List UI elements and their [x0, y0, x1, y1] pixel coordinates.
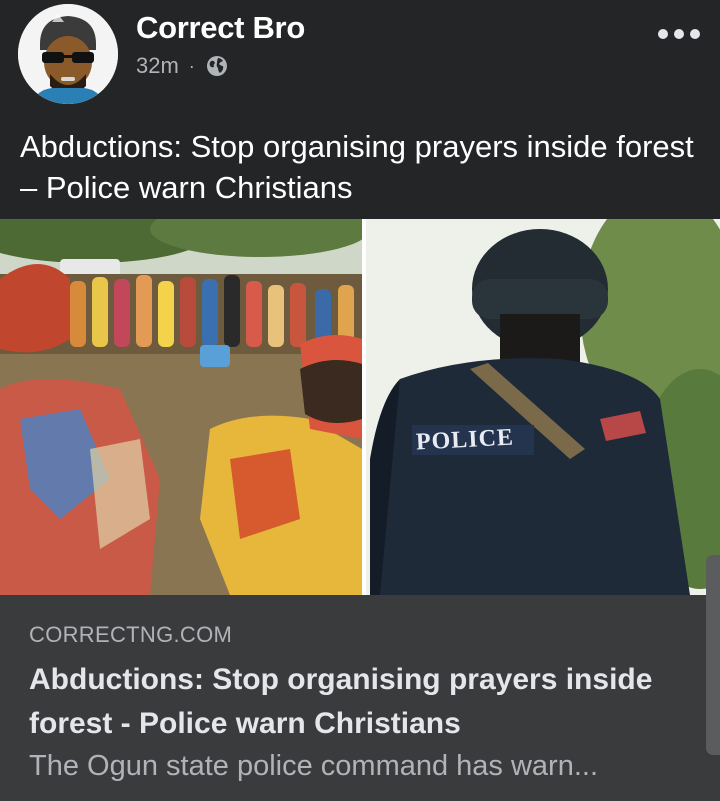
author-name[interactable]: Correct Bro [136, 10, 305, 46]
post-card: Correct Bro 32m · Abductions: Stop organ… [0, 0, 720, 801]
globe-icon[interactable] [205, 54, 229, 78]
post-meta: 32m · [136, 53, 229, 79]
link-domain: CORRECTNG.COM [29, 622, 233, 647]
news-photo-collage [0, 219, 720, 595]
scrollbar-thumb[interactable] [706, 555, 720, 755]
post-text: Abductions: Stop organising prayers insi… [20, 129, 694, 205]
police-vest-label: POLICE [415, 424, 515, 456]
avatar[interactable] [18, 4, 118, 104]
more-options-button[interactable] [658, 20, 700, 48]
link-preview-image[interactable]: POLICE [0, 219, 720, 595]
link-title[interactable]: Abductions: Stop organising prayers insi… [29, 658, 699, 746]
post-time[interactable]: 32m [136, 53, 179, 79]
link-description: The Ogun state police command has warn..… [29, 750, 599, 782]
avatar-cartoon-icon [18, 4, 118, 104]
more-horizontal-icon [658, 29, 668, 39]
link-preview-footer[interactable]: CORRECTNG.COM Abductions: Stop organisin… [0, 595, 720, 801]
meta-separator: · [188, 55, 195, 76]
